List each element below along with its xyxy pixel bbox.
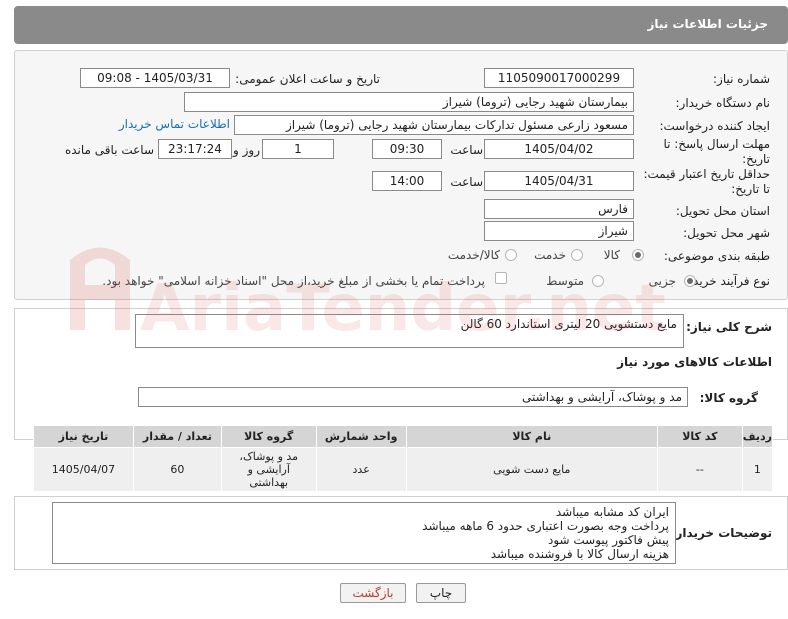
days-label: روز و xyxy=(233,143,260,157)
col-name: نام کالا xyxy=(405,425,658,448)
price-time-field: 14:00 xyxy=(372,171,442,191)
cell-code: -- xyxy=(656,447,743,492)
description-label: شرح کلی نیاز: xyxy=(686,320,772,334)
creator-label: ایجاد کننده درخواست: xyxy=(659,119,770,133)
buyer-notes-label: توضیحات خریدار: xyxy=(670,526,772,540)
goods-table: ردیف کد کالا نام کالا واحد شمارش گروه کا… xyxy=(33,425,774,492)
col-date: تاریخ نیاز xyxy=(33,425,134,448)
col-code: کد کالا xyxy=(656,425,743,448)
city-field: شیراز xyxy=(484,221,634,241)
creator-field: مسعود زارعی مسئول تدارکات بیمارستان شهید… xyxy=(234,115,634,135)
buyer-org-label: نام دستگاه خریدار: xyxy=(675,96,771,110)
price-date-field: 1405/04/31 xyxy=(484,171,634,191)
buyer-contact-link[interactable]: اطلاعات تماس خریدار xyxy=(119,117,230,131)
send-time-field: 09:30 xyxy=(372,139,442,159)
price-time-label: ساعت xyxy=(450,175,483,189)
remaining-time-field: 23:17:24 xyxy=(158,139,232,159)
col-qty: تعداد / مقدار xyxy=(132,425,222,448)
province-field: فارس xyxy=(484,199,634,219)
goods-table-header: ردیف کد کالا نام کالا واحد شمارش گروه کا… xyxy=(33,425,774,448)
buyer-org-field: بیمارستان شهید رجایی (تروما) شیراز xyxy=(184,92,634,112)
process-minor-label: جزیی xyxy=(648,274,676,288)
province-label: استان محل تحویل: xyxy=(675,204,770,218)
cell-name: مایع دست شویی xyxy=(405,447,658,492)
treasury-payment-checkbox[interactable] xyxy=(495,272,507,284)
category-label: طبقه بندی موضوعی: xyxy=(663,249,770,263)
price-deadline-label: حداقل تاریخ اعتبار قیمت: تا تاریخ: xyxy=(643,167,770,196)
process-radio-medium[interactable] xyxy=(592,275,604,287)
table-row: 1 -- مایع دست شویی عدد مد و پوشاک، آرایش… xyxy=(33,447,774,492)
category-radio-goods[interactable] xyxy=(632,249,644,261)
category-radio-goods-service[interactable] xyxy=(505,249,517,261)
process-label: نوع فرآیند خرید : xyxy=(685,274,770,288)
cell-qty: 60 xyxy=(132,447,222,492)
days-field: 1 xyxy=(262,139,334,159)
send-time-label: ساعت xyxy=(450,143,483,157)
announce-field: 1405/03/31 - 09:08 xyxy=(80,68,230,88)
page: جزئیات اطلاعات نیاز شماره نیاز: 11050900… xyxy=(0,0,788,619)
goods-info-title: اطلاعات کالاهای مورد نیاز xyxy=(617,355,772,369)
treasury-payment-note: پرداخت تمام یا بخشی از مبلغ خرید،از محل … xyxy=(102,274,485,288)
need-number-field: 1105090017000299 xyxy=(484,68,634,88)
need-number-label: شماره نیاز: xyxy=(713,72,770,86)
cell-group: مد و پوشاک، آرایشی و بهداشتی xyxy=(220,447,317,492)
process-medium-label: متوسط xyxy=(546,274,584,288)
announce-label: تاریخ و ساعت اعلان عمومی: xyxy=(235,72,380,86)
buyer-note-line: پیش فاکتور پیوست شود xyxy=(547,533,669,547)
category-service-label: خدمت xyxy=(534,248,566,262)
category-goods-service-label: کالا/خدمت xyxy=(447,248,500,262)
cell-unit: عدد xyxy=(315,447,407,492)
send-date-field: 1405/04/02 xyxy=(484,139,634,159)
page-title: جزئیات اطلاعات نیاز xyxy=(647,17,768,31)
description-textarea[interactable]: مایع دستشویی 20 لیتری استاندارد 60 گالن xyxy=(135,314,684,348)
category-goods-label: کالا xyxy=(603,248,620,262)
remaining-label: ساعت باقی مانده xyxy=(64,143,154,157)
page-header: جزئیات اطلاعات نیاز xyxy=(14,6,788,44)
city-label: شهر محل تحویل: xyxy=(683,226,770,240)
goods-group-label: گروه کالا: xyxy=(699,391,758,405)
buyer-note-line: هزینه ارسال کالا با فروشنده میباشد xyxy=(490,547,669,561)
buyer-note-line: پرداخت وجه بصورت اعتباری حدود 6 ماهه میب… xyxy=(422,519,669,533)
col-unit: واحد شمارش xyxy=(315,425,407,448)
buyer-notes-textarea[interactable]: ایران کد مشابه میباشد پرداخت وجه بصورت ا… xyxy=(52,502,676,564)
cell-row: 1 xyxy=(741,447,774,492)
print-button[interactable]: چاپ xyxy=(416,583,466,603)
cell-date: 1405/04/07 xyxy=(33,447,134,492)
col-group: گروه کالا xyxy=(220,425,317,448)
back-button[interactable]: بازگشت xyxy=(340,583,406,603)
col-row: ردیف xyxy=(741,425,774,448)
send-deadline-label: مهلت ارسال پاسخ: تا تاریخ: xyxy=(663,137,770,166)
goods-group-field: مد و پوشاک، آرایشی و بهداشتی xyxy=(138,387,688,407)
buyer-note-line: ایران کد مشابه میباشد xyxy=(555,505,669,519)
process-radio-minor[interactable] xyxy=(684,275,696,287)
category-radio-service[interactable] xyxy=(571,249,583,261)
